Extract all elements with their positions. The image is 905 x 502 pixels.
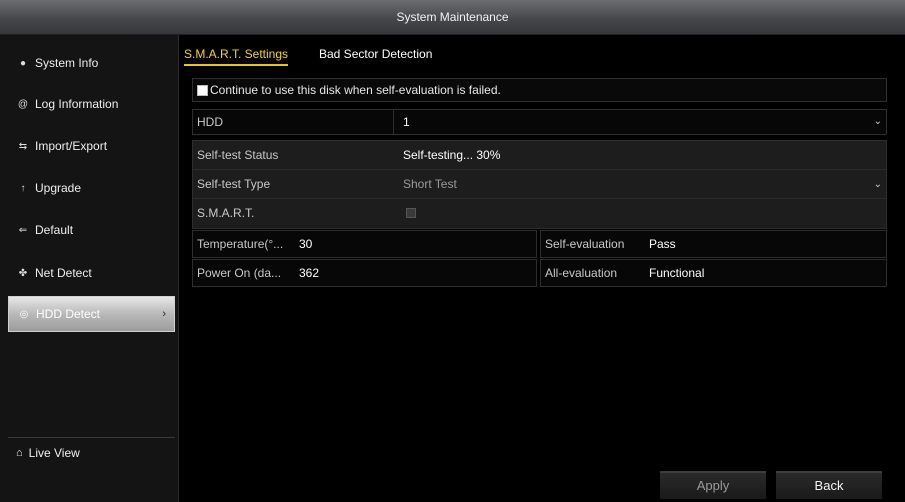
sidebar-item-label: Log Information	[35, 97, 119, 111]
selftest-type-select[interactable]: Short Test	[403, 170, 457, 199]
default-icon: ⇐	[18, 224, 28, 236]
apply-button[interactable]: Apply	[660, 471, 766, 499]
self-evaluation-value: Pass	[649, 237, 676, 251]
self-evaluation-cell: Self-evaluation Pass	[540, 230, 887, 258]
log-icon: @	[17, 98, 29, 110]
power-on-value: 362	[299, 266, 320, 280]
live-view-label: Live View	[28, 446, 80, 460]
chevron-right-icon: ›	[162, 308, 166, 320]
all-evaluation-label: All-evaluation	[545, 266, 618, 280]
hdd-select-row: HDD 1 ⌄	[192, 109, 887, 135]
sidebar-item-hdd-detect[interactable]: ◎ HDD Detect ›	[8, 296, 175, 332]
self-evaluation-label: Self-evaluation	[545, 237, 625, 251]
sidebar-item-net-detect[interactable]: ✤ Net Detect	[8, 255, 175, 291]
hdd-icon: ◎	[19, 308, 29, 320]
selftest-type-label: Self-test Type	[197, 177, 271, 191]
upgrade-icon: ↑	[20, 182, 26, 194]
all-evaluation-cell: All-evaluation Functional	[540, 259, 887, 287]
sidebar-item-label: Upgrade	[35, 181, 82, 195]
temperature-label: Temperature(°...	[197, 237, 284, 251]
live-view-button[interactable]: ⌂ Live View	[8, 437, 175, 468]
window-title: System Maintenance	[0, 0, 905, 35]
chevron-down-icon[interactable]: ⌄	[874, 170, 882, 199]
hdd-label: HDD	[197, 115, 223, 129]
sidebar: ● System Info @ Log Information ⇆ Import…	[0, 35, 179, 502]
import-export-icon: ⇆	[18, 140, 28, 152]
selftest-status-label: Self-test Status	[197, 148, 279, 162]
network-icon: ✤	[18, 267, 28, 279]
smart-toggle-button[interactable]	[406, 208, 416, 218]
continue-use-checkbox[interactable]	[197, 84, 208, 96]
smart-row: S.M.A.R.T.	[193, 199, 886, 228]
selftest-type-row: Self-test Type Short Test ⌄	[193, 170, 886, 199]
selftest-status-value: Self-testing... 30%	[403, 148, 501, 162]
smart-label: S.M.A.R.T.	[197, 206, 255, 220]
sidebar-item-label: System Info	[35, 56, 99, 70]
temperature-cell: Temperature(°... 30	[192, 230, 537, 258]
temperature-value: 30	[299, 237, 313, 251]
sidebar-item-default[interactable]: ⇐ Default	[8, 212, 175, 248]
selftest-group: Self-test Status Self-testing... 30% Sel…	[192, 140, 887, 229]
tab-bad-sector-detection[interactable]: Bad Sector Detection	[319, 44, 432, 66]
divider	[393, 110, 394, 134]
info-icon: ●	[19, 57, 27, 69]
sidebar-item-label: Import/Export	[35, 139, 108, 153]
sidebar-item-label: HDD Detect	[36, 307, 101, 321]
power-on-cell: Power On (da... 362	[192, 259, 537, 287]
sidebar-item-label: Default	[35, 223, 74, 237]
power-on-label: Power On (da...	[197, 266, 282, 280]
sidebar-item-import-export[interactable]: ⇆ Import/Export	[8, 128, 175, 164]
continue-use-label: Continue to use this disk when self-eval…	[210, 83, 501, 97]
continue-use-row: Continue to use this disk when self-eval…	[192, 78, 887, 102]
back-button[interactable]: Back	[776, 471, 882, 499]
sidebar-item-log-information[interactable]: @ Log Information	[8, 86, 175, 122]
chevron-down-icon[interactable]: ⌄	[874, 110, 882, 134]
home-icon: ⌂	[16, 447, 23, 459]
hdd-select[interactable]: 1	[403, 110, 410, 134]
tab-smart-settings[interactable]: S.M.A.R.T. Settings	[184, 44, 289, 66]
sidebar-item-label: Net Detect	[35, 266, 92, 280]
sidebar-item-system-info[interactable]: ● System Info	[8, 45, 175, 81]
all-evaluation-value: Functional	[649, 266, 705, 280]
sidebar-item-upgrade[interactable]: ↑ Upgrade	[8, 170, 175, 206]
selftest-status-row: Self-test Status Self-testing... 30%	[193, 141, 886, 170]
